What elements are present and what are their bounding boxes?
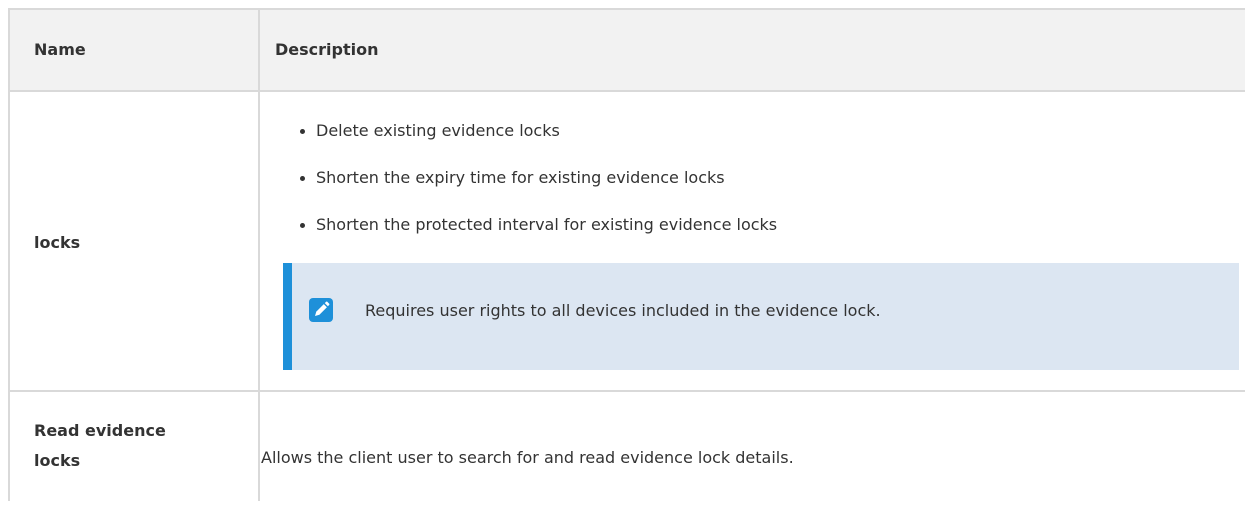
row-description: Allows the client user to search for and… xyxy=(261,448,794,467)
list-item: Delete existing evidence locks xyxy=(300,112,777,159)
column-divider xyxy=(258,10,260,501)
bullet-icon xyxy=(300,223,305,228)
header-description: Description xyxy=(275,40,379,59)
table-header-row: Name Description xyxy=(10,10,1245,92)
row-name: locks xyxy=(34,232,81,252)
description-bullet-list: Delete existing evidence locks Shorten t… xyxy=(300,112,778,253)
note-text: Requires user rights to all devices incl… xyxy=(365,301,881,320)
bullet-icon xyxy=(300,129,305,134)
list-item-text: Shorten the protected interval for exist… xyxy=(316,215,778,234)
header-name: Name xyxy=(34,40,86,59)
list-item-text: Delete existing evidence locks xyxy=(316,121,560,140)
row-name-line: Read evidence xyxy=(34,421,166,440)
permissions-table: Name Description locks Delete existing e… xyxy=(8,8,1245,501)
pencil-icon xyxy=(309,298,333,322)
row-name: Read evidence locks xyxy=(34,416,224,476)
list-item: Shorten the protected interval for exist… xyxy=(300,206,778,253)
bullet-icon xyxy=(300,176,305,181)
table-row: Read evidence locks Allows the client us… xyxy=(10,392,1245,501)
table-row: locks Delete existing evidence locks Sho… xyxy=(10,92,1245,392)
row-name-line: locks xyxy=(34,451,81,470)
list-item: Shorten the expiry time for existing evi… xyxy=(300,159,777,206)
list-item-text: Shorten the expiry time for existing evi… xyxy=(316,168,725,187)
note-callout: Requires user rights to all devices incl… xyxy=(283,263,1239,370)
